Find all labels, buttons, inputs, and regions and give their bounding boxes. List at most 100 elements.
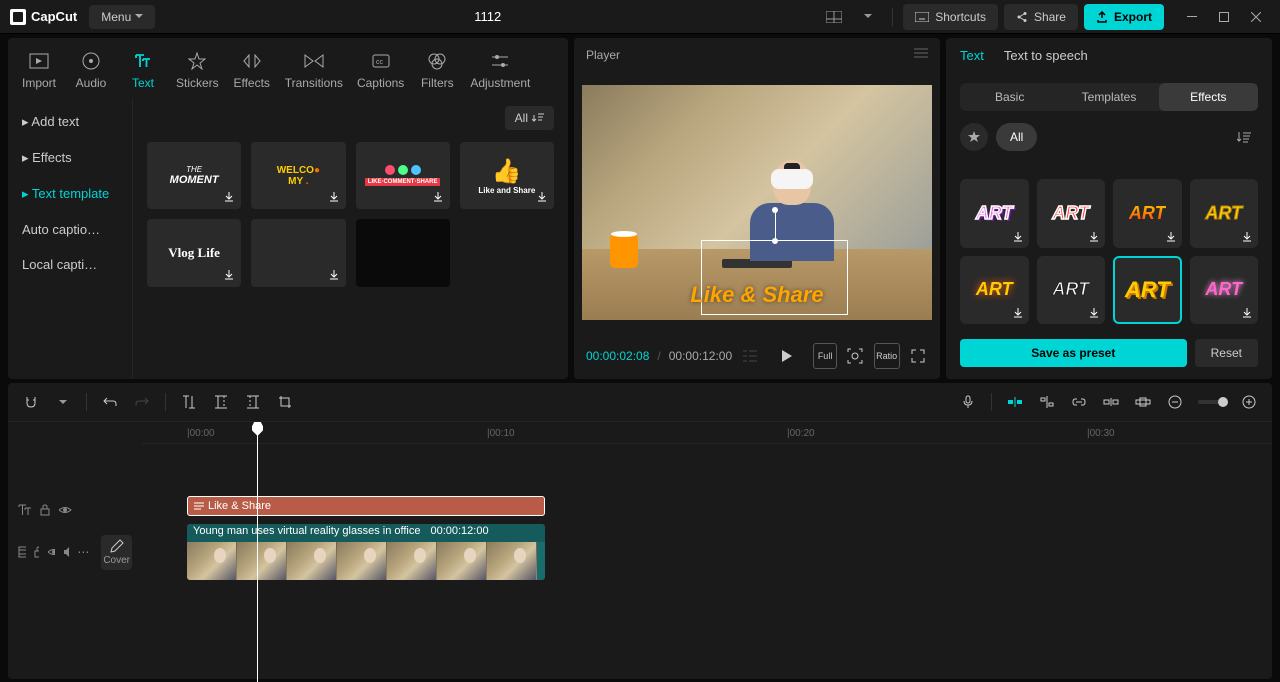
- redo-button[interactable]: [129, 389, 155, 415]
- tab-audio[interactable]: Audio: [66, 46, 116, 94]
- maximize-button[interactable]: [1210, 5, 1238, 29]
- art-preset[interactable]: ART: [960, 256, 1029, 325]
- stickers-icon: [188, 52, 206, 70]
- subtab-effects[interactable]: Effects: [1159, 83, 1258, 111]
- share-button[interactable]: Share: [1004, 4, 1078, 30]
- sort-button[interactable]: [1230, 123, 1258, 151]
- audio-icon: [82, 52, 100, 70]
- lock-icon[interactable]: [40, 504, 50, 516]
- save-preset-button[interactable]: Save as preset: [960, 339, 1187, 367]
- fullscreen-button[interactable]: [908, 343, 928, 369]
- template-thumb[interactable]: Vlog Life: [147, 219, 241, 286]
- sidebar-item-local-captions[interactable]: Local capti…: [8, 247, 132, 282]
- timeline-ruler[interactable]: |00:00 |00:10 |00:20 |00:30: [142, 422, 1272, 444]
- text-sidebar: ▸ Add text ▸ Effects ▸ Text template Aut…: [8, 98, 133, 379]
- playhead[interactable]: [257, 422, 258, 682]
- resize-handle[interactable]: [772, 238, 778, 244]
- lock-icon[interactable]: [34, 546, 39, 558]
- snap-icon[interactable]: [1002, 389, 1028, 415]
- layout-icon[interactable]: [820, 5, 848, 29]
- overwrite-icon[interactable]: [1130, 389, 1156, 415]
- chevron-down-icon[interactable]: [50, 389, 76, 415]
- sidebar-item-text-template[interactable]: ▸ Text template: [8, 176, 132, 212]
- tab-effects[interactable]: Effects: [227, 46, 277, 94]
- tab-stickers[interactable]: Stickers: [170, 46, 225, 94]
- text-clip[interactable]: Like & Share: [187, 496, 545, 516]
- shortcuts-button[interactable]: Shortcuts: [903, 4, 998, 30]
- eye-icon[interactable]: [58, 505, 72, 515]
- tab-text-inspector[interactable]: Text: [960, 48, 984, 73]
- art-preset[interactable]: ART: [1113, 179, 1182, 248]
- art-preset[interactable]: ART: [1037, 256, 1106, 325]
- keyboard-icon: [915, 12, 929, 22]
- sidebar-item-effects[interactable]: ▸ Effects: [8, 140, 132, 176]
- insert-icon[interactable]: [1098, 389, 1124, 415]
- trim-left-button[interactable]: [208, 389, 234, 415]
- sidebar-item-auto-captions[interactable]: Auto captio…: [8, 212, 132, 247]
- full-button[interactable]: Full: [813, 343, 838, 369]
- asset-tabs: Import Audio Text Stickers Effects Trans…: [8, 38, 568, 98]
- template-thumb[interactable]: 👍Like and Share: [460, 142, 554, 209]
- template-thumb[interactable]: THEMOMENT: [147, 142, 241, 209]
- ratio-button[interactable]: Ratio: [874, 343, 900, 369]
- text-icon: [134, 53, 152, 69]
- tab-captions[interactable]: ccCaptions: [351, 46, 410, 94]
- art-preset[interactable]: ART: [960, 179, 1029, 248]
- menu-label: Menu: [101, 10, 131, 24]
- zoom-slider[interactable]: [1198, 400, 1226, 404]
- template-thumb[interactable]: [356, 219, 450, 286]
- mic-icon[interactable]: [955, 389, 981, 415]
- eye-icon[interactable]: [47, 547, 55, 557]
- sidebar-item-add-text[interactable]: ▸ Add text: [8, 104, 132, 140]
- scan-icon[interactable]: [845, 343, 865, 369]
- minimize-button[interactable]: [1178, 5, 1206, 29]
- svg-text:cc: cc: [376, 59, 384, 66]
- video-clip[interactable]: Young man uses virtual reality glasses i…: [187, 524, 545, 580]
- align-icon[interactable]: [1034, 389, 1060, 415]
- template-thumb[interactable]: LIKE·COMMENT·SHARE: [356, 142, 450, 209]
- filter-all-button[interactable]: All: [505, 106, 554, 130]
- rotate-handle[interactable]: [775, 213, 776, 238]
- separator: [892, 8, 893, 26]
- list-icon[interactable]: [740, 343, 760, 369]
- link-icon[interactable]: [1066, 389, 1092, 415]
- tab-filters[interactable]: Filters: [412, 46, 462, 94]
- zoom-out-button[interactable]: [1162, 389, 1188, 415]
- subtab-basic[interactable]: Basic: [960, 83, 1059, 111]
- cover-button[interactable]: Cover: [101, 535, 132, 570]
- tab-adjustment[interactable]: Adjustment: [464, 46, 536, 94]
- crop-button[interactable]: [272, 389, 298, 415]
- reset-button[interactable]: Reset: [1195, 339, 1258, 367]
- art-preset[interactable]: ART: [1037, 179, 1106, 248]
- chevron-down-icon[interactable]: [854, 5, 882, 29]
- subtab-templates[interactable]: Templates: [1059, 83, 1158, 111]
- hamburger-icon[interactable]: [914, 48, 928, 62]
- undo-button[interactable]: [97, 389, 123, 415]
- tab-transitions[interactable]: Transitions: [279, 46, 349, 94]
- trim-right-button[interactable]: [240, 389, 266, 415]
- art-preset[interactable]: ART: [1190, 256, 1259, 325]
- magnet-icon[interactable]: [18, 389, 44, 415]
- art-preset[interactable]: ART: [1113, 256, 1182, 325]
- tracks-content[interactable]: Like & Share Young man uses virtual real…: [142, 444, 1272, 679]
- all-filter[interactable]: All: [996, 123, 1037, 151]
- speaker-icon[interactable]: [63, 546, 70, 558]
- favorites-filter[interactable]: [960, 123, 988, 151]
- zoom-in-button[interactable]: [1236, 389, 1262, 415]
- video-preview[interactable]: Like & Share: [582, 85, 932, 319]
- more-icon[interactable]: ⋯: [77, 545, 89, 559]
- video-track-icon: [18, 546, 26, 558]
- template-thumb[interactable]: [251, 219, 345, 286]
- tab-text-to-speech[interactable]: Text to speech: [1004, 48, 1088, 73]
- play-button[interactable]: [776, 343, 796, 369]
- split-button[interactable]: [176, 389, 202, 415]
- overlay-text[interactable]: Like & Share: [690, 282, 823, 308]
- art-preset[interactable]: ART: [1190, 179, 1259, 248]
- tab-import[interactable]: Import: [14, 46, 64, 94]
- close-button[interactable]: [1242, 5, 1270, 29]
- thumbs-up-icon: 👍: [492, 157, 522, 186]
- menu-button[interactable]: Menu: [89, 5, 155, 29]
- template-thumb[interactable]: WELCO●MY .: [251, 142, 345, 209]
- tab-text[interactable]: Text: [118, 46, 168, 94]
- export-button[interactable]: Export: [1084, 4, 1164, 30]
